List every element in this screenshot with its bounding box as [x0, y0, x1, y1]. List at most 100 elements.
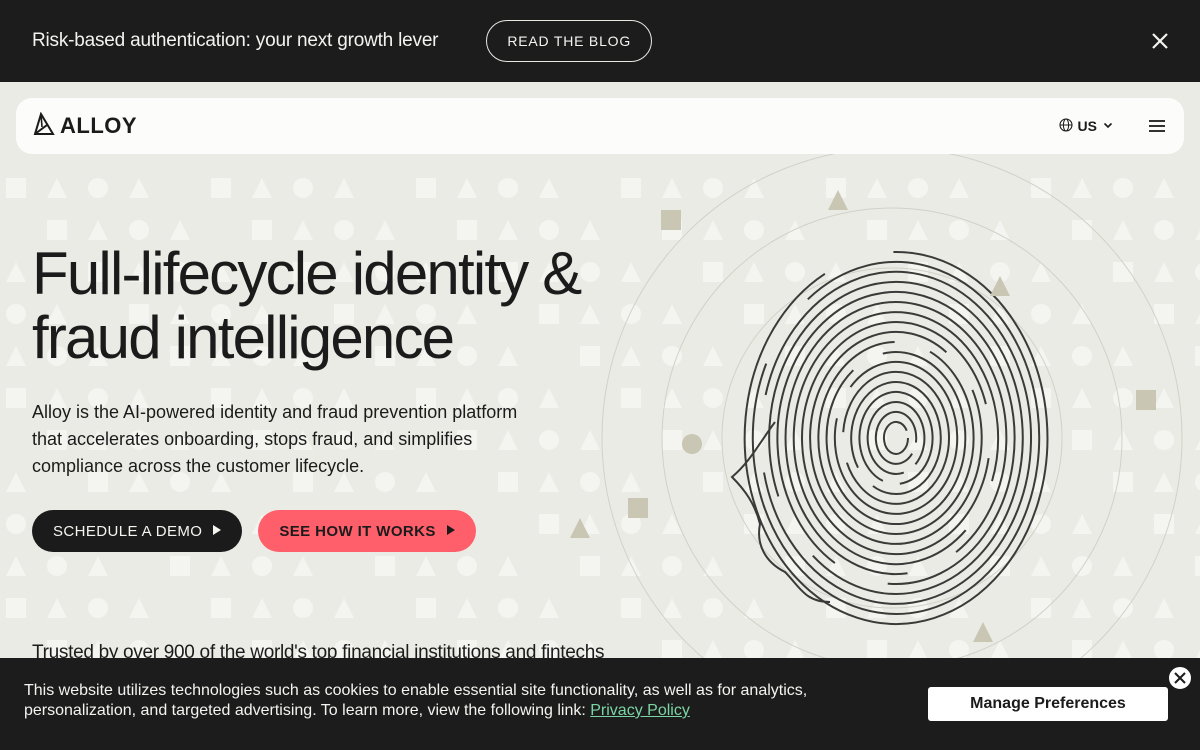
close-icon[interactable]	[1167, 665, 1193, 691]
announcement-text: Risk-based authentication: your next gro…	[32, 30, 439, 51]
pattern-shape	[293, 556, 313, 576]
pattern-shape	[334, 598, 354, 618]
pattern-shape	[293, 178, 313, 198]
pattern-shape	[252, 178, 272, 198]
fingerprint-ridge	[850, 381, 942, 496]
logo-text: ALLOY	[60, 113, 138, 138]
pattern-shape	[129, 220, 149, 240]
chevron-down-icon	[1102, 118, 1114, 134]
orbit-ring	[661, 207, 1123, 658]
pattern-shape	[211, 556, 231, 576]
manage-preferences-button[interactable]: Manage Preferences	[928, 687, 1168, 721]
pattern-shape	[457, 220, 477, 240]
taupe-triangle	[990, 276, 1010, 296]
pattern-shape	[47, 220, 67, 240]
pattern-shape	[539, 220, 559, 240]
pattern-shape	[416, 598, 436, 618]
pattern-shape	[416, 178, 436, 198]
pattern-shape	[457, 598, 477, 618]
fingerprint-head-illustration	[570, 147, 1183, 658]
locale-label: US	[1077, 118, 1097, 134]
pattern-shape	[498, 220, 518, 240]
pattern-shape	[88, 556, 108, 576]
play-arrow-icon	[212, 523, 222, 540]
alloy-logo-icon	[32, 111, 56, 141]
pattern-shape	[334, 178, 354, 198]
pattern-shape	[457, 556, 477, 576]
pattern-shape	[375, 556, 395, 576]
taupe-square	[628, 498, 648, 518]
pattern-shape	[252, 220, 272, 240]
taupe-circle	[682, 434, 702, 454]
pattern-shape	[498, 556, 518, 576]
cta-row: SCHEDULE A DEMO SEE HOW IT WORKS	[32, 510, 476, 552]
read-blog-button[interactable]: READ THE BLOG	[486, 20, 653, 62]
locale-selector[interactable]: US	[1058, 117, 1114, 135]
fingerprint-ridge	[776, 290, 1016, 585]
pattern-shape	[293, 220, 313, 240]
pattern-shape	[211, 178, 231, 198]
fingerprint-ridge	[874, 410, 918, 465]
schedule-demo-label: SCHEDULE A DEMO	[53, 522, 203, 540]
taupe-square	[661, 210, 681, 230]
alloy-logo[interactable]: ALLOY	[32, 111, 138, 141]
fingerprint-ridge	[751, 261, 1041, 615]
close-icon[interactable]	[1146, 27, 1174, 55]
privacy-policy-link[interactable]: Privacy Policy	[590, 702, 690, 719]
pattern-shape	[6, 388, 26, 408]
taupe-triangle	[973, 622, 993, 642]
cookie-text: This website utilizes technologies such …	[24, 681, 864, 721]
hero-title-line1: Full-lifecycle identity &	[32, 240, 582, 307]
pattern-shape	[6, 472, 26, 492]
pattern-shape	[498, 598, 518, 618]
fingerprint-ridge	[792, 311, 1000, 566]
pattern-shape	[539, 598, 559, 618]
fingerprint-ridge	[825, 351, 967, 526]
pattern-shape	[88, 178, 108, 198]
taupe-square	[1136, 390, 1156, 410]
pattern-shape	[539, 472, 559, 492]
orbit-ring	[721, 267, 1063, 609]
hero-title: Full-lifecycle identity & fraud intellig…	[32, 242, 632, 370]
main-navbar: ALLOY US	[16, 98, 1184, 154]
pattern-shape	[6, 346, 26, 366]
pattern-shape	[6, 304, 26, 324]
pattern-shape	[129, 598, 149, 618]
play-arrow-icon	[446, 523, 456, 540]
fingerprint-ridge	[883, 420, 909, 455]
face-profile-line	[730, 421, 831, 603]
pattern-shape	[170, 220, 190, 240]
pattern-shape	[539, 430, 559, 450]
hero-description: Alloy is the AI-powered identity and fra…	[32, 402, 518, 476]
schedule-demo-button[interactable]: SCHEDULE A DEMO	[32, 510, 243, 552]
pattern-shape	[252, 598, 272, 618]
pattern-shape	[211, 598, 231, 618]
globe-icon	[1058, 117, 1073, 135]
hamburger-menu-icon[interactable]	[1146, 115, 1168, 137]
pattern-shape	[88, 220, 108, 240]
pattern-shape	[88, 598, 108, 618]
pattern-shape	[6, 178, 26, 198]
pattern-shape	[539, 388, 559, 408]
pattern-shape	[498, 178, 518, 198]
hero-title-line2: fraud intelligence	[32, 304, 455, 371]
pattern-shape	[6, 556, 26, 576]
fingerprint-ridge	[833, 360, 959, 515]
announcement-bar: Risk-based authentication: your next gro…	[0, 0, 1200, 82]
pattern-shape	[47, 598, 67, 618]
pattern-shape	[457, 178, 477, 198]
pattern-shape	[416, 556, 436, 576]
pattern-shape	[129, 178, 149, 198]
pattern-shape	[6, 598, 26, 618]
pattern-shape	[6, 514, 26, 534]
fingerprint-ridge	[858, 390, 934, 485]
taupe-triangle	[570, 518, 590, 538]
pattern-shape	[47, 178, 67, 198]
see-how-it-works-button[interactable]: SEE HOW IT WORKS	[258, 510, 476, 552]
fingerprint-ridge	[768, 280, 1024, 595]
cookie-banner: This website utilizes technologies such …	[0, 658, 1200, 750]
fingerprint-ridge	[817, 341, 975, 535]
pattern-shape	[334, 220, 354, 240]
pattern-shape	[47, 556, 67, 576]
pattern-shape	[6, 262, 26, 282]
